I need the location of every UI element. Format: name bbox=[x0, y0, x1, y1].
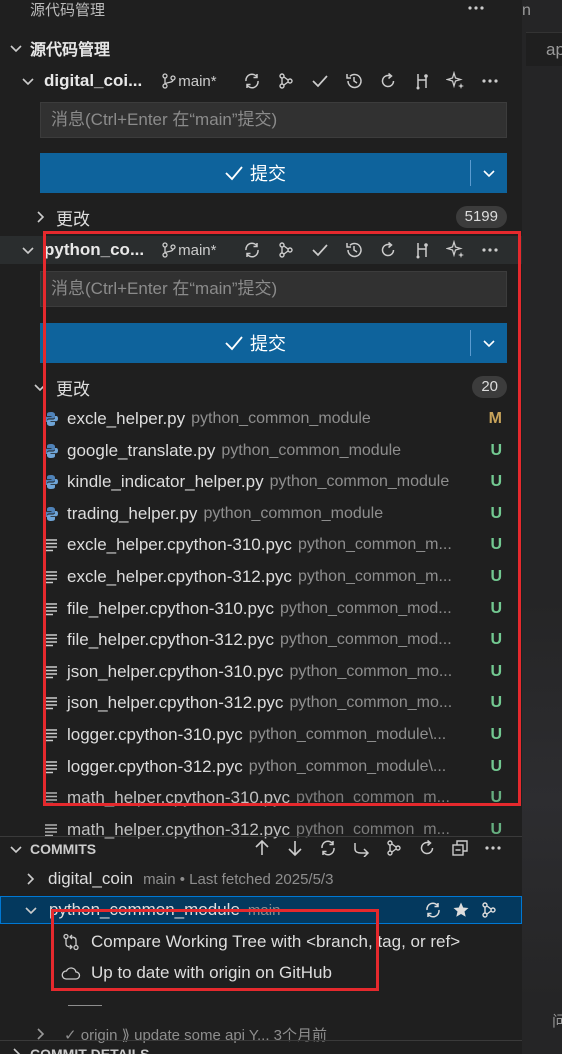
chevron-right-icon bbox=[22, 871, 38, 887]
chevron-right-icon bbox=[8, 1046, 24, 1054]
refresh-icon[interactable] bbox=[376, 69, 400, 93]
commit-button-main[interactable]: 提交 bbox=[40, 160, 470, 186]
commits-toolbar bbox=[250, 836, 505, 860]
source-control-panel: 源代码管理 源代码管理 digital_coi... main* 消息(Ctrl… bbox=[0, 0, 522, 1054]
branch-label: main* bbox=[178, 72, 217, 90]
commit-details-header[interactable]: COMMIT DETAILS bbox=[0, 1042, 522, 1054]
commit-button-label: 提交 bbox=[250, 164, 286, 184]
commit-details-title: COMMIT DETAILS bbox=[30, 1046, 150, 1054]
publish-icon[interactable] bbox=[349, 836, 373, 860]
sparkle-icon[interactable] bbox=[444, 69, 468, 93]
check-icon[interactable] bbox=[308, 69, 332, 93]
graph-icon[interactable] bbox=[274, 69, 298, 93]
editor-area: n ap 问 bbox=[522, 0, 562, 1054]
commits-section-header[interactable]: COMMITS bbox=[0, 836, 522, 860]
commits-repo-meta: main • Last fetched 2025/5/3 bbox=[143, 870, 334, 888]
changes-label: 更改 bbox=[56, 209, 90, 229]
source-control-section-header[interactable]: 源代码管理 bbox=[0, 37, 522, 59]
sync-icon[interactable] bbox=[240, 69, 264, 93]
more-icon[interactable] bbox=[478, 69, 502, 93]
chevron-down-icon bbox=[20, 242, 36, 258]
section-divider bbox=[0, 1040, 522, 1041]
graph-icon[interactable] bbox=[382, 836, 406, 860]
panel-tab-partial[interactable]: 问 bbox=[552, 1010, 562, 1031]
highlight-box-repo bbox=[43, 231, 521, 806]
commit-message-input[interactable]: 消息(Ctrl+Enter 在“main”提交) bbox=[40, 102, 507, 138]
changes-count-badge: 5199 bbox=[455, 206, 507, 228]
chevron-right-icon bbox=[32, 209, 48, 225]
sync-icon[interactable] bbox=[421, 898, 445, 922]
star-icon[interactable] bbox=[449, 898, 473, 922]
repo-toolbar bbox=[240, 69, 502, 93]
chevron-down-icon bbox=[8, 841, 24, 857]
panel-header-title: 源代码管理 bbox=[30, 1, 106, 19]
editor-tab-partial[interactable]: n bbox=[522, 0, 562, 28]
more-icon[interactable] bbox=[481, 836, 505, 860]
chevron-down-icon bbox=[20, 73, 36, 89]
sync-icon[interactable] bbox=[316, 836, 340, 860]
commit-button[interactable]: 提交 bbox=[40, 153, 507, 193]
editor-tab-partial-2[interactable]: ap bbox=[526, 32, 562, 66]
section-title: 源代码管理 bbox=[30, 42, 111, 59]
commit-dropdown[interactable] bbox=[471, 165, 507, 181]
commits-title: COMMITS bbox=[30, 840, 97, 857]
arrow-down-icon[interactable] bbox=[283, 836, 307, 860]
chevron-down-icon bbox=[23, 902, 39, 918]
more-actions-icon[interactable] bbox=[464, 0, 488, 20]
check-icon bbox=[224, 161, 244, 185]
chevron-down-icon bbox=[8, 40, 24, 56]
editor-background bbox=[522, 600, 562, 1000]
repo-header-digital-coin[interactable]: digital_coi... main* bbox=[0, 68, 522, 94]
graph-line bbox=[68, 1005, 102, 1006]
history-icon[interactable] bbox=[342, 69, 366, 93]
collapse-all-icon[interactable] bbox=[448, 836, 472, 860]
refresh-icon[interactable] bbox=[415, 836, 439, 860]
branch-icon bbox=[160, 69, 178, 93]
commits-repo-digital-coin[interactable]: digital_coin main • Last fetched 2025/5/… bbox=[0, 866, 522, 892]
commits-repo-toolbar bbox=[421, 898, 501, 922]
commits-repo-name: digital_coin bbox=[48, 869, 134, 888]
repo-name: digital_coi... bbox=[44, 71, 143, 90]
compare-icon[interactable] bbox=[477, 898, 501, 922]
highlight-box-commits bbox=[51, 909, 379, 991]
panel-header: 源代码管理 bbox=[0, 0, 522, 20]
branch-indicator[interactable]: main* bbox=[160, 69, 217, 93]
branches-icon[interactable] bbox=[410, 69, 434, 93]
arrow-up-icon[interactable] bbox=[250, 836, 274, 860]
changes-group-collapsed[interactable]: 更改 5199 bbox=[0, 205, 522, 229]
